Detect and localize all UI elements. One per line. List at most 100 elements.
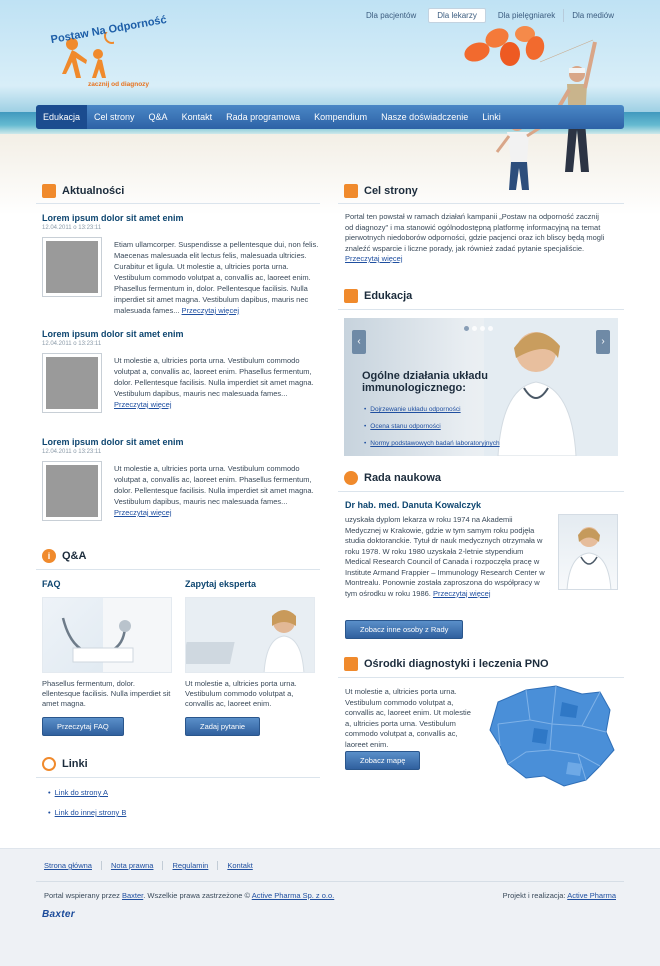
edukacja-section-title: Edukacja: [344, 289, 412, 303]
footer-active-pharma-link[interactable]: Active Pharma Sp. z o.o.: [252, 891, 335, 900]
divider: [36, 881, 624, 882]
list-item: • Normy podstawowych badań laboratoryjnyc…: [364, 440, 500, 447]
edu-link[interactable]: Dojrzewanie układu odporności: [370, 406, 460, 413]
cel-read-more-link[interactable]: Przeczytaj więcej: [345, 254, 403, 263]
divider: [36, 569, 320, 570]
news-heading[interactable]: Lorem ipsum dolor sit amet enim: [42, 213, 322, 223]
slider-dot[interactable]: [480, 326, 485, 331]
nav-kontakt[interactable]: Kontakt: [175, 105, 220, 129]
toplink-nurses[interactable]: Dla pielęgniarek: [490, 9, 563, 22]
news-read-more-link[interactable]: Przeczytaj więcej: [114, 400, 172, 409]
list-icon: [344, 184, 358, 198]
logo-tagline: zacznij od diagnozy: [88, 81, 150, 88]
news-thumbnail[interactable]: [42, 353, 102, 413]
news-heading[interactable]: Lorem ipsum dolor sit amet enim: [42, 329, 322, 339]
news-item: Lorem ipsum dolor sit amet enim 12.04.20…: [42, 213, 322, 315]
nav-qa[interactable]: Q&A: [142, 105, 175, 129]
book-icon: [344, 289, 358, 303]
footer-copyright: Portal wspierany przez Baxter. Wszelkie …: [44, 891, 335, 900]
rada-bio: uzyskała dyplom lekarza w roku 1974 na A…: [345, 515, 545, 598]
news-date: 12.04.2011 o 13:23:11: [42, 341, 102, 347]
read-faq-button[interactable]: Przeczytaj FAQ: [42, 717, 124, 736]
rada-button-wrap: Zobacz inne osoby z Rady: [345, 620, 464, 639]
link-b[interactable]: Link do innej strony B: [55, 808, 127, 817]
faq-image: [42, 597, 172, 673]
news-read-more-link[interactable]: Przeczytaj więcej: [114, 508, 172, 517]
slider-dot[interactable]: [472, 326, 477, 331]
news-thumbnail[interactable]: [42, 237, 102, 297]
news-read-more-link[interactable]: Przeczytaj więcej: [182, 306, 240, 315]
info-icon: i: [42, 549, 56, 563]
slide-title: Ogólne działania układu immunologicznego…: [362, 370, 488, 394]
osrodki-section-title: Ośrodki diagnostyki i leczenia PNO: [344, 657, 549, 671]
footer-credits: Projekt i realizacja: Active Pharma: [502, 891, 616, 900]
divider: [338, 309, 624, 310]
education-slider: ‹ › Ogólne działania układu immunologicz…: [344, 318, 618, 456]
toplink-media[interactable]: Dla mediów: [563, 9, 622, 22]
see-map-button[interactable]: Zobacz mapę: [345, 751, 421, 770]
rada-section-title: Rada naukowa: [344, 471, 441, 485]
poland-map[interactable]: [478, 680, 628, 792]
divider: [338, 203, 624, 204]
news-body: Ut molestie a, ultricies porta urna. Ves…: [114, 464, 314, 517]
rada-read-more-link[interactable]: Przeczytaj więcej: [433, 589, 491, 598]
edu-link[interactable]: Ocena stanu odporności: [370, 423, 440, 430]
cel-text: Portal ten powstał w ramach działań kamp…: [345, 212, 605, 263]
slider-dot[interactable]: [464, 326, 469, 331]
news-body: Ut molestie a, ultricies porta urna. Ves…: [114, 356, 314, 409]
edu-link[interactable]: Normy podstawowych badań laboratoryjnych: [370, 440, 499, 447]
news-heading[interactable]: Lorem ipsum dolor sit amet enim: [42, 437, 322, 447]
nav-doswiadczenie[interactable]: Nasze doświadczenie: [374, 105, 475, 129]
nav-edukacja[interactable]: Edukacja: [36, 105, 88, 129]
footer-link-terms[interactable]: Regulamin: [162, 861, 217, 870]
news-date: 12.04.2011 o 13:23:11: [42, 225, 102, 231]
footer-design-link[interactable]: Active Pharma: [567, 891, 616, 900]
footer-baxter-link[interactable]: Baxter: [122, 891, 143, 900]
news-date: 12.04.2011 o 13:23:11: [42, 449, 102, 455]
qa-section-title: i Q&A: [42, 549, 86, 563]
nav-kompendium[interactable]: Kompendium: [307, 105, 374, 129]
stethoscope-icon: [61, 598, 171, 672]
footer-link-contact[interactable]: Kontakt: [217, 861, 261, 870]
footer-link-legal[interactable]: Nota prawna: [100, 861, 163, 870]
slider-dots: [464, 326, 493, 331]
nav-cel-strony[interactable]: Cel strony: [87, 105, 142, 129]
list-item: • Link do strony A: [48, 788, 109, 797]
balloon-3: [500, 42, 520, 66]
list-item: • Ocena stanu odporności: [364, 423, 441, 430]
divider: [338, 491, 624, 492]
baxter-logo[interactable]: Baxter: [42, 909, 75, 920]
nav-linki[interactable]: Linki: [475, 105, 508, 129]
see-council-button[interactable]: Zobacz inne osoby z Rady: [345, 620, 464, 639]
slide-links: • Dojrzewanie układu odporności • Ocena st…: [364, 406, 500, 456]
slider-dot[interactable]: [488, 326, 493, 331]
faq-block: FAQ Phasellus fermentum, dolor. ellentes…: [42, 579, 172, 736]
news-icon: [42, 184, 56, 198]
hero-banner: Postaw Na Odporność zacznij od diagnozy …: [0, 0, 660, 215]
news-thumbnail[interactable]: [42, 461, 102, 521]
links-list: • Link do strony A • Link do innej strony …: [48, 788, 126, 828]
rada-person-photo[interactable]: [558, 514, 618, 590]
site-logo[interactable]: Postaw Na Odporność zacznij od diagnozy: [46, 14, 176, 94]
news-item: Lorem ipsum dolor sit amet enim 12.04.20…: [42, 329, 322, 413]
doctor-portrait-icon: [566, 527, 612, 589]
divider: [36, 203, 320, 204]
news-body: Etiam ullamcorper. Suspendisse a pellent…: [114, 240, 319, 315]
slider-prev-button[interactable]: ‹: [352, 330, 366, 354]
toplink-patients[interactable]: Dla pacjentów: [358, 9, 424, 22]
toplink-doctors[interactable]: Dla lekarzy: [428, 8, 486, 23]
ask-expert-heading: Zapytaj eksperta: [185, 579, 257, 589]
slider-next-button[interactable]: ›: [596, 330, 610, 354]
footer-link-home[interactable]: Strona główna: [44, 861, 101, 870]
links-section-title: Linki: [42, 757, 88, 771]
cel-section-title: Cel strony: [344, 184, 418, 198]
link-a[interactable]: Link do strony A: [55, 788, 108, 797]
footer-navigation: Strona główna Nota prawna Regulamin Kont…: [44, 861, 262, 870]
divider: [338, 677, 624, 678]
ask-question-button[interactable]: Zadaj pytanie: [185, 717, 261, 736]
news-item: Lorem ipsum dolor sit amet enim 12.04.20…: [42, 437, 322, 521]
org-chart-icon: [344, 657, 358, 671]
nav-rada-programowa[interactable]: Rada programowa: [219, 105, 307, 129]
rada-person-name[interactable]: Dr hab. med. Danuta Kowalczyk: [345, 500, 481, 510]
main-navigation: Edukacja Cel strony Q&A Kontakt Rada pro…: [36, 105, 624, 129]
